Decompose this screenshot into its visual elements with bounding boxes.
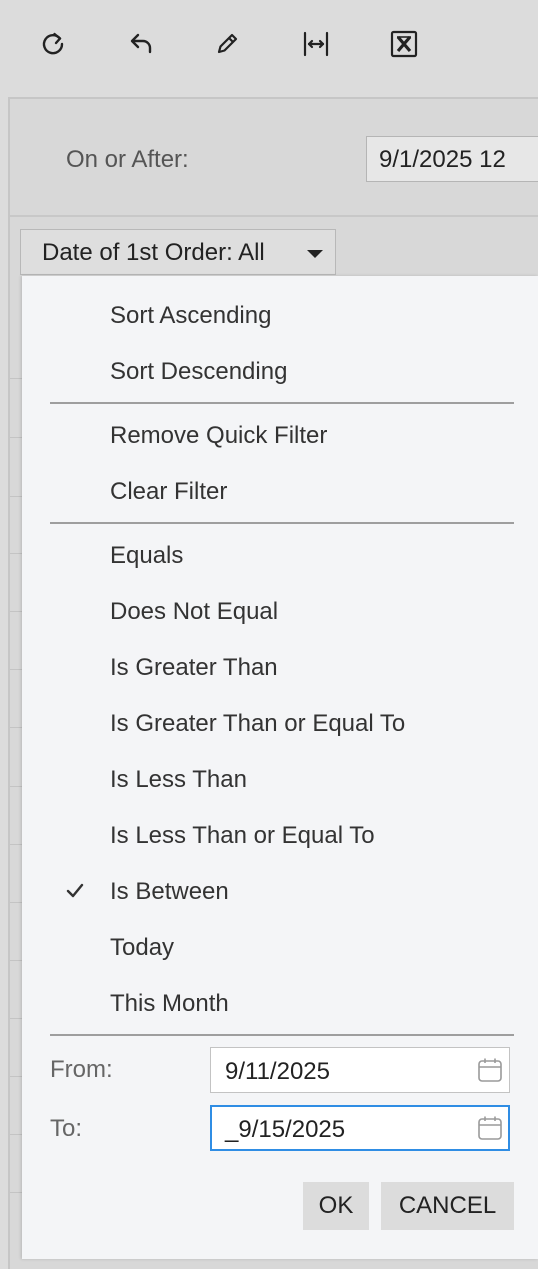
column-filter-dropdown[interactable]: Date of 1st Order: All [20, 229, 336, 275]
menu-item-remove-quick-filter[interactable]: Remove Quick Filter [110, 422, 327, 450]
calendar-icon[interactable] [477, 1057, 503, 1083]
grid-row-divider [10, 1192, 22, 1193]
calendar-icon[interactable] [477, 1115, 503, 1141]
on-or-after-date-input[interactable]: 9/1/2025 12 [366, 136, 538, 182]
grid-row-divider [10, 437, 22, 438]
grid-row-divider [10, 611, 22, 612]
refresh-icon[interactable] [33, 24, 73, 64]
edit-icon[interactable] [207, 24, 247, 64]
grid-row-divider [10, 1076, 22, 1077]
menu-item-is-less-than[interactable]: Is Less Than [110, 766, 247, 794]
on-or-after-date-value: 9/1/2025 12 [379, 146, 506, 173]
ok-button[interactable]: OK [303, 1182, 369, 1230]
menu-item-is-between[interactable]: Is Between [110, 878, 229, 906]
excel-export-icon[interactable] [384, 24, 424, 64]
menu-item-sort-ascending[interactable]: Sort Ascending [110, 302, 271, 330]
menu-item-equals[interactable]: Equals [110, 542, 183, 570]
menu-separator [50, 1034, 514, 1036]
from-date-input[interactable]: 9/11/2025 [210, 1047, 510, 1093]
chevron-down-icon [307, 250, 323, 258]
cancel-button[interactable]: CANCEL [381, 1182, 514, 1230]
menu-item-is-less-than-or-equal-to[interactable]: Is Less Than or Equal To [110, 822, 375, 850]
checkmark-icon [66, 883, 84, 898]
on-or-after-label: On or After: [66, 146, 189, 173]
to-label: To: [50, 1115, 83, 1142]
grid-row-divider [10, 1018, 22, 1019]
grid-edge [10, 290, 22, 1259]
grid-row-divider [10, 1134, 22, 1135]
undo-icon[interactable] [120, 24, 160, 64]
menu-item-sort-descending[interactable]: Sort Descending [110, 358, 287, 386]
grid-row-divider [10, 378, 22, 379]
grid-row-divider [10, 669, 22, 670]
grid-row-divider [10, 727, 22, 728]
from-label: From: [50, 1056, 113, 1083]
menu-separator [50, 402, 514, 404]
menu-item-this-month[interactable]: This Month [110, 990, 229, 1018]
grid-row-divider [10, 786, 22, 787]
fit-width-icon[interactable] [296, 24, 336, 64]
menu-item-is-greater-than[interactable]: Is Greater Than [110, 654, 278, 682]
menu-item-today[interactable]: Today [110, 934, 174, 962]
grid-row-divider [10, 496, 22, 497]
menu-separator [50, 522, 514, 524]
from-date-value: 9/11/2025 [225, 1058, 330, 1085]
menu-item-is-greater-than-or-equal-to[interactable]: Is Greater Than or Equal To [110, 710, 405, 738]
toolbar [0, 0, 538, 90]
grid-row-divider [10, 902, 22, 903]
menu-item-does-not-equal[interactable]: Does Not Equal [110, 598, 278, 626]
grid-row-divider [10, 844, 22, 845]
menu-item-clear-filter[interactable]: Clear Filter [110, 478, 227, 506]
grid-row-divider [10, 553, 22, 554]
to-date-input[interactable]: _9/15/2025 [210, 1105, 510, 1151]
grid-row-divider [10, 960, 22, 961]
column-filter-label: Date of 1st Order: All [42, 239, 265, 266]
to-date-value: _9/15/2025 [225, 1116, 346, 1143]
